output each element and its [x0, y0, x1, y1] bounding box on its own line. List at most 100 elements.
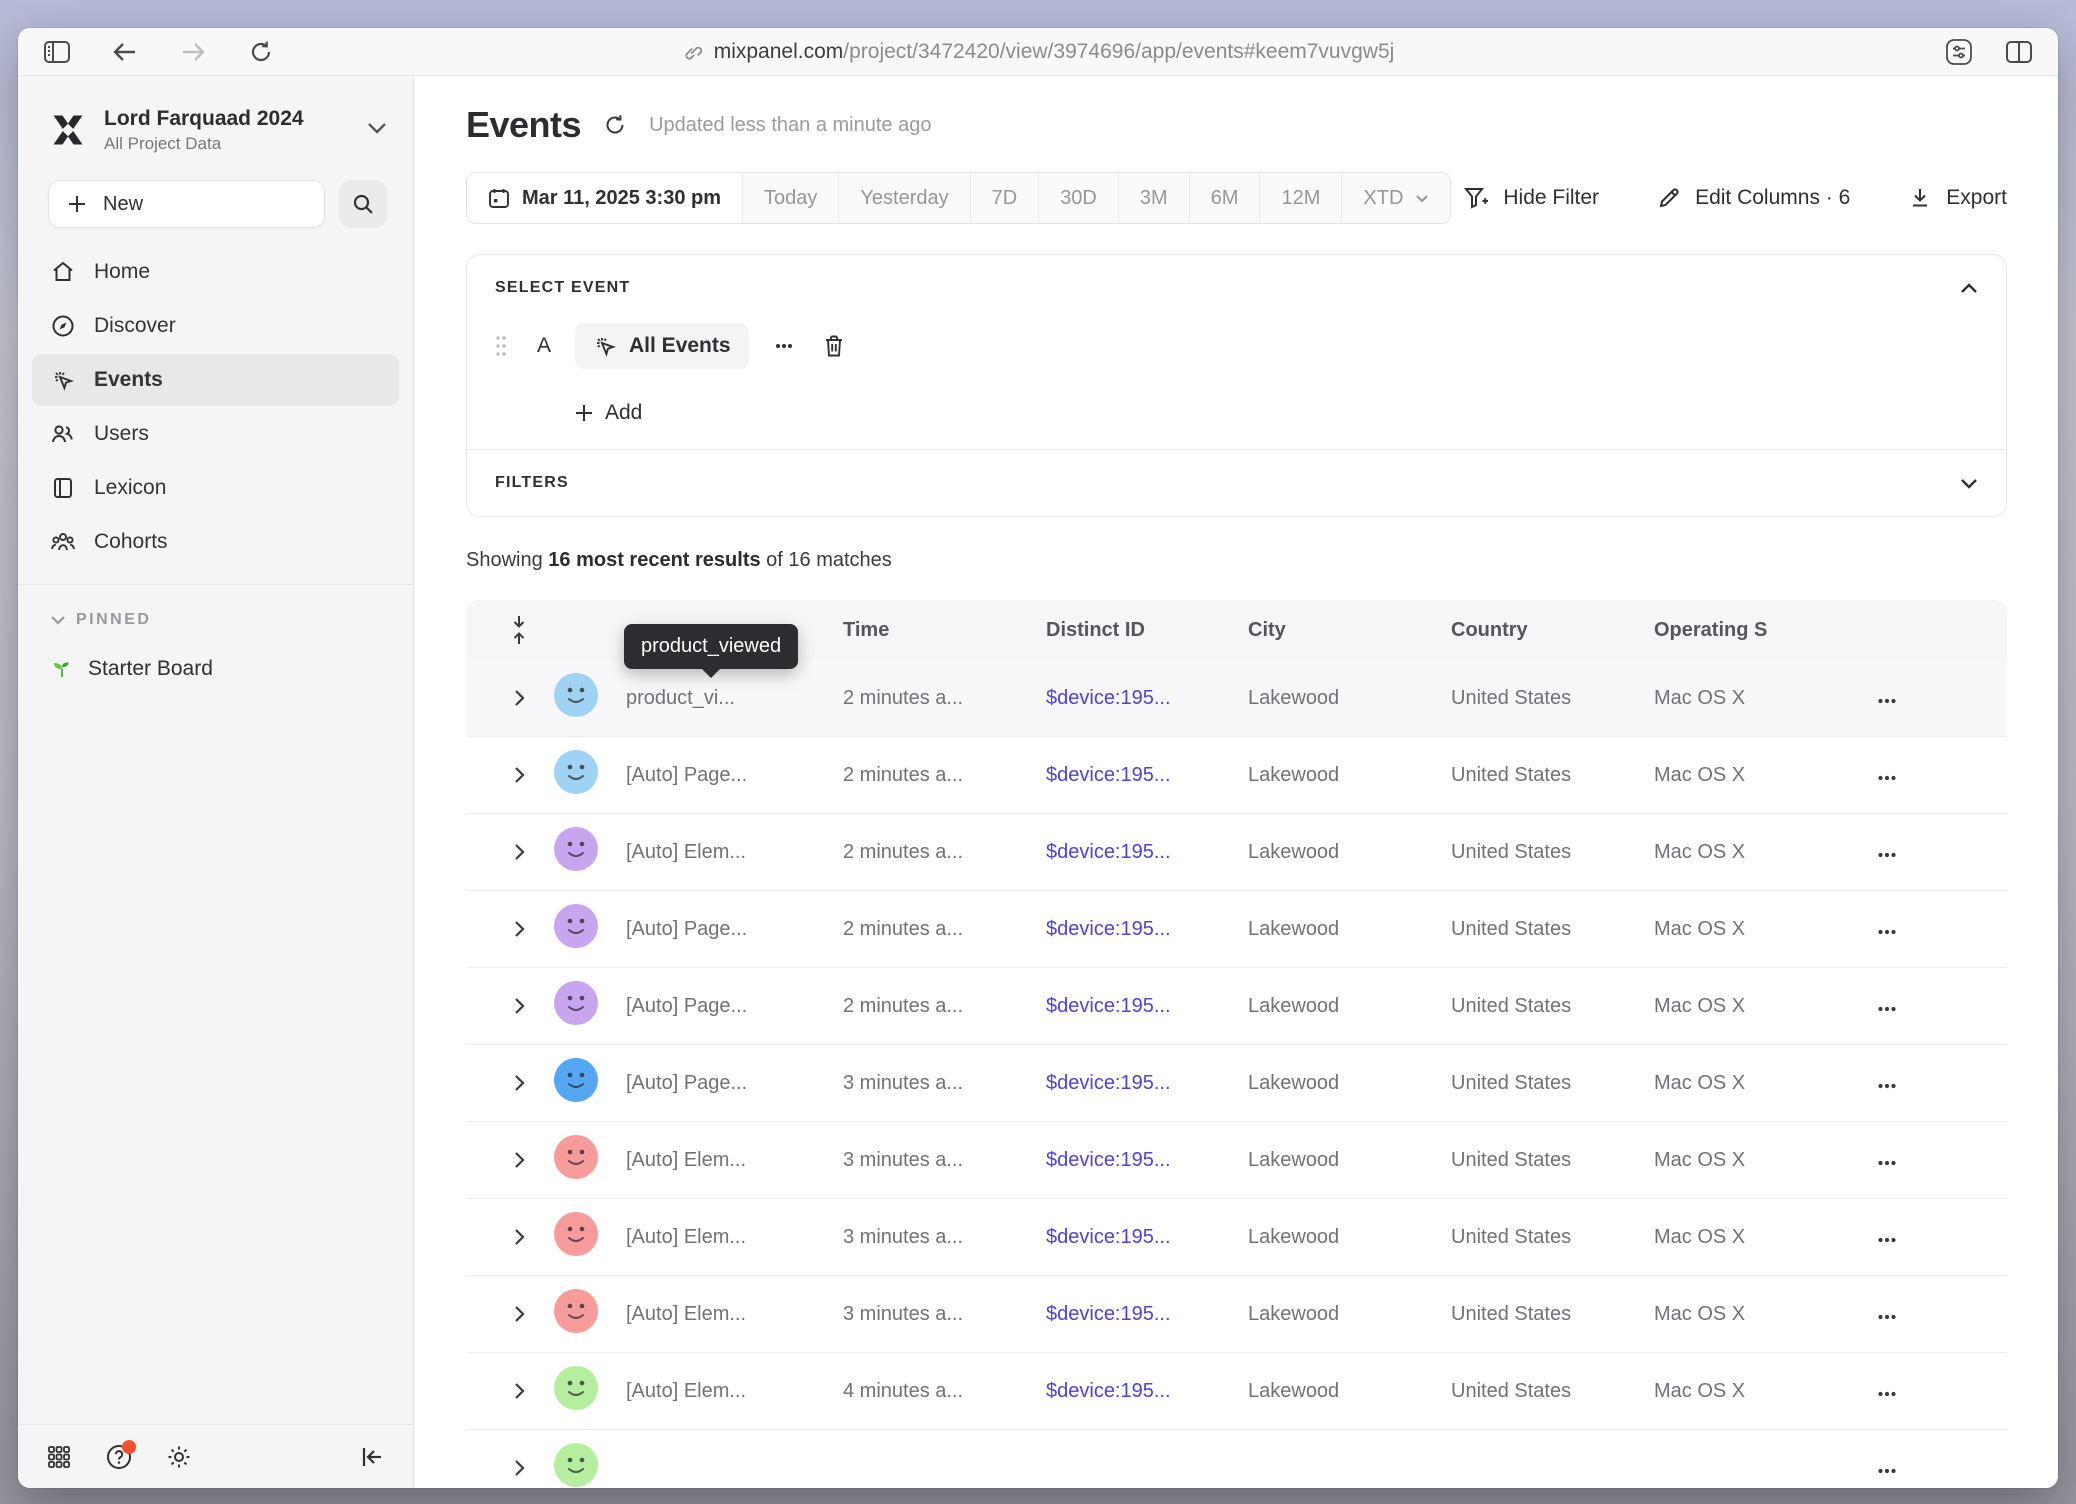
table-row[interactable]: [Auto] Elem... 4 minutes a... $device:19… [466, 1353, 2007, 1430]
row-expand-chevron-icon[interactable] [514, 1074, 525, 1092]
new-button[interactable]: New [48, 180, 325, 228]
row-expand-chevron-icon[interactable] [514, 920, 525, 938]
table-row[interactable]: [Auto] Page... 2 minutes a... $device:19… [466, 968, 2007, 1045]
row-expand-chevron-icon[interactable] [514, 1228, 525, 1246]
export-button[interactable]: Export [1908, 186, 2007, 210]
row-expand-chevron-icon[interactable] [514, 997, 525, 1015]
sidebar-item-label: Events [94, 368, 163, 392]
new-button-label: New [103, 193, 143, 216]
distinct-id-link[interactable]: $device:195... [1046, 1226, 1248, 1249]
row-expand-chevron-icon[interactable] [514, 766, 525, 784]
distinct-id-link[interactable]: $device:195... [1046, 995, 1248, 1018]
chevron-up-icon[interactable] [1960, 283, 1978, 294]
column-city[interactable]: City [1248, 619, 1451, 642]
distinct-id-link[interactable]: $device:195... [1046, 1072, 1248, 1095]
row-more-button[interactable] [1877, 1160, 1897, 1166]
range-30d[interactable]: 30D [1039, 173, 1119, 223]
event-city: Lakewood [1248, 1303, 1451, 1326]
distinct-id-link[interactable]: $device:195... [1046, 1380, 1248, 1403]
event-avatar [554, 1443, 598, 1487]
pinned-item-starter-board[interactable]: Starter Board [18, 629, 413, 681]
row-expand-chevron-icon[interactable] [514, 689, 525, 707]
sidebar-toggle-icon[interactable] [42, 37, 72, 67]
sidebar-item-users[interactable]: Users [32, 408, 399, 460]
column-time[interactable]: Time [843, 619, 1046, 642]
event-time: 3 minutes a... [843, 1226, 1046, 1249]
edit-columns-button[interactable]: Edit Columns · 6 [1657, 186, 1850, 210]
add-event-button[interactable]: Add [575, 401, 1978, 425]
sidebar-item-home[interactable]: Home [32, 246, 399, 298]
range-6m[interactable]: 6M [1190, 173, 1261, 223]
table-row[interactable]: [Auto] Elem... 3 minutes a... $device:19… [466, 1122, 2007, 1199]
distinct-id-link[interactable]: $device:195... [1046, 841, 1248, 864]
event-more-button[interactable] [775, 343, 793, 349]
row-expand-chevron-icon[interactable] [514, 1151, 525, 1169]
row-more-button[interactable] [1877, 852, 1897, 858]
row-more-button[interactable] [1877, 1468, 1897, 1474]
range-xtd[interactable]: XTD [1342, 173, 1450, 223]
refresh-icon[interactable] [603, 113, 627, 137]
row-expand-chevron-icon[interactable] [514, 1459, 525, 1477]
row-more-button[interactable] [1877, 1237, 1897, 1243]
back-icon[interactable] [110, 37, 140, 67]
pinned-section-header[interactable]: PINNED [18, 585, 413, 629]
table-row[interactable]: [Auto] Elem... 2 minutes a... $device:19… [466, 814, 2007, 891]
page-settings-icon[interactable] [1944, 37, 1974, 67]
row-more-button[interactable] [1877, 1006, 1897, 1012]
sidebar-item-lexicon[interactable]: Lexicon [32, 462, 399, 514]
apps-grid-icon[interactable] [44, 1442, 74, 1472]
collapse-rows-icon[interactable] [511, 615, 527, 645]
hide-filter-button[interactable]: Hide Filter [1463, 186, 1599, 210]
row-more-button[interactable] [1877, 929, 1897, 935]
table-row[interactable]: [Auto] Elem... 3 minutes a... $device:19… [466, 1199, 2007, 1276]
range-7d[interactable]: 7D [971, 173, 1040, 223]
all-events-selector[interactable]: All Events [575, 323, 749, 369]
date-picker-button[interactable]: Mar 11, 2025 3:30 pm [467, 173, 743, 223]
row-expand-chevron-icon[interactable] [514, 843, 525, 861]
reload-icon[interactable] [246, 37, 276, 67]
event-os: Mac OS X [1654, 1072, 1871, 1095]
distinct-id-link[interactable]: $device:195... [1046, 687, 1248, 710]
table-row[interactable]: [Auto] Elem... 3 minutes a... $device:19… [466, 1276, 2007, 1353]
delete-event-button[interactable] [823, 334, 845, 358]
users-icon [50, 421, 76, 447]
column-country[interactable]: Country [1451, 619, 1654, 642]
sidebar-item-cohorts[interactable]: Cohorts [32, 516, 399, 568]
range-3m[interactable]: 3M [1119, 173, 1190, 223]
event-country: United States [1451, 1149, 1654, 1172]
row-more-button[interactable] [1877, 1083, 1897, 1089]
row-more-button[interactable] [1877, 775, 1897, 781]
table-row[interactable]: [Auto] Page... 2 minutes a... $device:19… [466, 737, 2007, 814]
distinct-id-link[interactable]: $device:195... [1046, 1303, 1248, 1326]
help-button[interactable] [106, 1444, 132, 1470]
row-expand-chevron-icon[interactable] [514, 1382, 525, 1400]
row-more-button[interactable] [1877, 698, 1897, 704]
event-os: Mac OS X [1654, 687, 1871, 710]
split-view-icon[interactable] [2004, 37, 2034, 67]
table-row[interactable]: product_vi... 2 minutes a... $device:195… [466, 660, 2007, 737]
settings-gear-icon[interactable] [164, 1442, 194, 1472]
range-12m[interactable]: 12M [1260, 173, 1342, 223]
distinct-id-link[interactable]: $device:195... [1046, 918, 1248, 941]
collapse-sidebar-icon[interactable] [357, 1442, 387, 1472]
distinct-id-link[interactable]: $device:195... [1046, 1149, 1248, 1172]
address-bar[interactable]: mixpanel.com/project/3472420/view/397469… [682, 28, 1395, 76]
calendar-icon [488, 187, 510, 209]
column-distinct-id[interactable]: Distinct ID [1046, 619, 1248, 642]
search-button[interactable] [339, 180, 387, 228]
distinct-id-link[interactable]: $device:195... [1046, 764, 1248, 787]
row-more-button[interactable] [1877, 1314, 1897, 1320]
row-expand-chevron-icon[interactable] [514, 1305, 525, 1323]
project-switcher[interactable]: Lord Farquaad 2024 All Project Data [18, 76, 413, 154]
drag-handle-icon[interactable] [495, 335, 507, 357]
range-yesterday[interactable]: Yesterday [839, 173, 970, 223]
table-row[interactable] [466, 1430, 2007, 1488]
table-row[interactable]: [Auto] Page... 3 minutes a... $device:19… [466, 1045, 2007, 1122]
sidebar-item-events[interactable]: Events [32, 354, 399, 406]
table-row[interactable]: [Auto] Page... 2 minutes a... $device:19… [466, 891, 2007, 968]
chevron-down-icon[interactable] [1960, 478, 1978, 489]
row-more-button[interactable] [1877, 1391, 1897, 1397]
range-today[interactable]: Today [743, 173, 839, 223]
column-operating-system[interactable]: Operating S [1654, 619, 1871, 642]
sidebar-item-discover[interactable]: Discover [32, 300, 399, 352]
